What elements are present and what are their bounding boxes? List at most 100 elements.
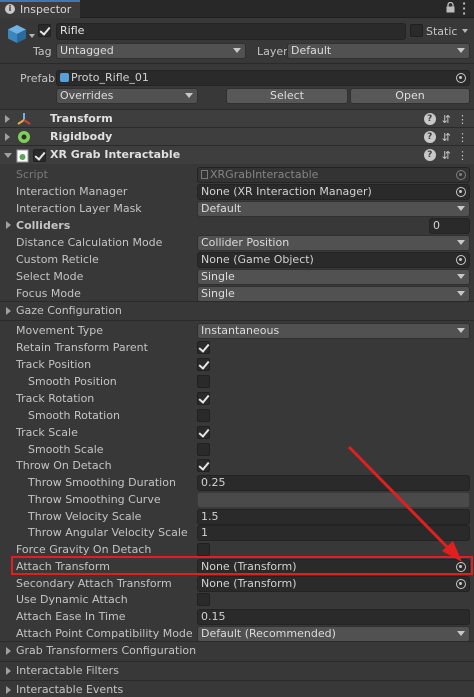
interactable-events-section[interactable]: Interactable Events [0,680,474,697]
object-picker-icon[interactable] [456,254,466,265]
movement-type-dropdown[interactable]: Instantaneous [197,322,470,339]
throw-velocity-scale-label: Throw Velocity Scale [28,510,142,523]
chevron-down-icon [457,630,465,636]
attach-ease-field[interactable]: 0.15 [197,608,470,625]
secondary-attach-row: Secondary Attach Transform None (Transfo… [0,575,474,592]
interaction-manager-field[interactable]: None (XR Interaction Manager) [197,183,470,200]
foldout-arrow-icon[interactable] [6,686,11,694]
header-icons: ? ⇵ ⋮ [423,149,468,162]
interaction-layer-mask-dropdown[interactable]: Default [197,200,470,217]
force-gravity-label: Force Gravity On Detach [16,543,152,556]
distance-calc-dropdown[interactable]: Collider Position [197,234,470,251]
foldout-arrow-icon[interactable] [6,221,11,229]
help-icon[interactable]: ? [423,131,436,143]
open-button[interactable]: Open [350,88,470,104]
script-icon [16,149,29,166]
throw-smoothing-curve-label: Throw Smoothing Curve [28,493,161,506]
static-toggle[interactable] [410,24,423,37]
kebab-menu-icon[interactable]: · · · [462,0,466,19]
chevron-down-icon[interactable] [29,34,35,38]
foldout-arrow-icon[interactable] [5,115,10,123]
foldout-arrow-icon[interactable] [6,667,11,675]
force-gravity-checkbox[interactable] [197,543,210,556]
throw-smoothing-curve-field[interactable] [197,491,470,508]
object-picker-icon [456,169,466,180]
header-icons: ? ⇵ ⋮ [423,113,468,126]
track-position-checkbox[interactable] [197,358,210,371]
smooth-scale-row: Smooth Scale [0,441,474,458]
rigidbody-component-header[interactable]: Rigidbody ? ⇵ ⋮ [0,127,474,146]
use-dynamic-attach-checkbox[interactable] [197,593,210,606]
grab-transformers-section[interactable]: Grab Transformers Configuration [0,641,474,659]
track-scale-label: Track Scale [16,426,78,439]
smooth-position-checkbox[interactable] [197,375,210,388]
track-scale-row: Track Scale [0,424,474,441]
throw-velocity-scale-field[interactable]: 1.5 [197,508,470,525]
static-dropdown-icon[interactable] [462,29,468,33]
help-icon[interactable]: ? [423,149,436,161]
throw-on-detach-checkbox[interactable] [197,459,210,472]
tab-inspector[interactable]: i Inspector [0,0,80,18]
colliders-count-field[interactable]: 0 [429,217,470,234]
throw-smoothing-duration-field[interactable]: 0.25 [197,474,470,491]
transform-component-header[interactable]: Transform ? ⇵ ⋮ [0,109,474,128]
overrides-label: Overrides [60,89,114,102]
lock-icon[interactable] [446,1,455,13]
help-icon[interactable]: ? [423,113,436,125]
select-mode-dropdown[interactable]: Single [197,268,470,285]
track-position-label: Track Position [16,358,92,371]
object-picker-icon[interactable] [456,578,466,589]
foldout-arrow-icon[interactable] [4,153,12,158]
kebab-menu-icon[interactable]: ⋮ [457,149,468,162]
object-picker-icon[interactable] [456,186,466,197]
xr-grab-component-header[interactable]: XR Grab Interactable ? ⇵ ⋮ [0,145,474,164]
interactable-filters-section[interactable]: Interactable Filters [0,661,474,679]
layer-dropdown[interactable]: Default [287,43,470,59]
preset-icon[interactable]: ⇵ [442,113,451,126]
prefab-field[interactable]: Proto_Rifle_01 [56,70,470,86]
tag-value: Untagged [60,44,114,57]
tag-dropdown[interactable]: Untagged [56,43,246,59]
interaction-manager-value: None (XR Interaction Manager) [201,184,372,198]
attach-compat-dropdown[interactable]: Default (Recommended) [197,625,470,642]
secondary-attach-field[interactable]: None (Transform) [197,575,470,592]
object-name-field[interactable]: Rifle [56,23,406,40]
foldout-arrow-icon[interactable] [6,647,11,655]
smooth-scale-checkbox[interactable] [197,443,210,456]
custom-reticle-field[interactable]: None (Game Object) [197,251,470,268]
focus-mode-value: Single [201,286,235,300]
tag-label: Tag [33,45,52,58]
colliders-count: 0 [433,218,440,232]
smooth-rotation-checkbox[interactable] [197,409,210,422]
custom-reticle-row: Custom Reticle None (Game Object) [0,251,474,268]
retain-parent-checkbox[interactable] [197,341,210,354]
object-picker-icon[interactable] [456,73,466,83]
kebab-menu-icon[interactable]: ⋮ [457,131,468,144]
highlight-box [11,556,473,575]
kebab-menu-icon[interactable]: ⋮ [457,113,468,126]
select-button[interactable]: Select [226,88,348,104]
throw-smoothing-duration-value: 0.25 [201,475,226,489]
chevron-down-icon [457,273,465,279]
smooth-rotation-label: Smooth Rotation [28,409,120,422]
preset-icon[interactable]: ⇵ [442,149,451,162]
focus-mode-dropdown[interactable]: Single [197,285,470,302]
component-enabled-toggle[interactable] [33,149,46,162]
use-dynamic-attach-label: Use Dynamic Attach [16,593,128,606]
track-rotation-checkbox[interactable] [197,392,210,405]
interaction-layer-mask-value: Default [201,201,242,215]
foldout-arrow-icon[interactable] [6,307,11,315]
colliders-label[interactable]: Colliders [16,219,70,232]
overrides-dropdown[interactable]: Overrides [56,88,198,104]
interactable-events-label: Interactable Events [16,683,124,696]
gaze-config-section[interactable]: Gaze Configuration [0,301,474,319]
throw-angular-field[interactable]: 1 [197,524,470,541]
retain-parent-row: Retain Transform Parent [0,339,474,356]
track-scale-checkbox[interactable] [197,426,210,439]
tab-title: Inspector [20,3,72,16]
active-toggle[interactable] [38,24,51,37]
foldout-arrow-icon[interactable] [5,133,10,141]
select-mode-value: Single [201,269,235,283]
preset-icon[interactable]: ⇵ [442,131,451,144]
throw-velocity-scale-row: Throw Velocity Scale 1.5 [0,508,474,525]
